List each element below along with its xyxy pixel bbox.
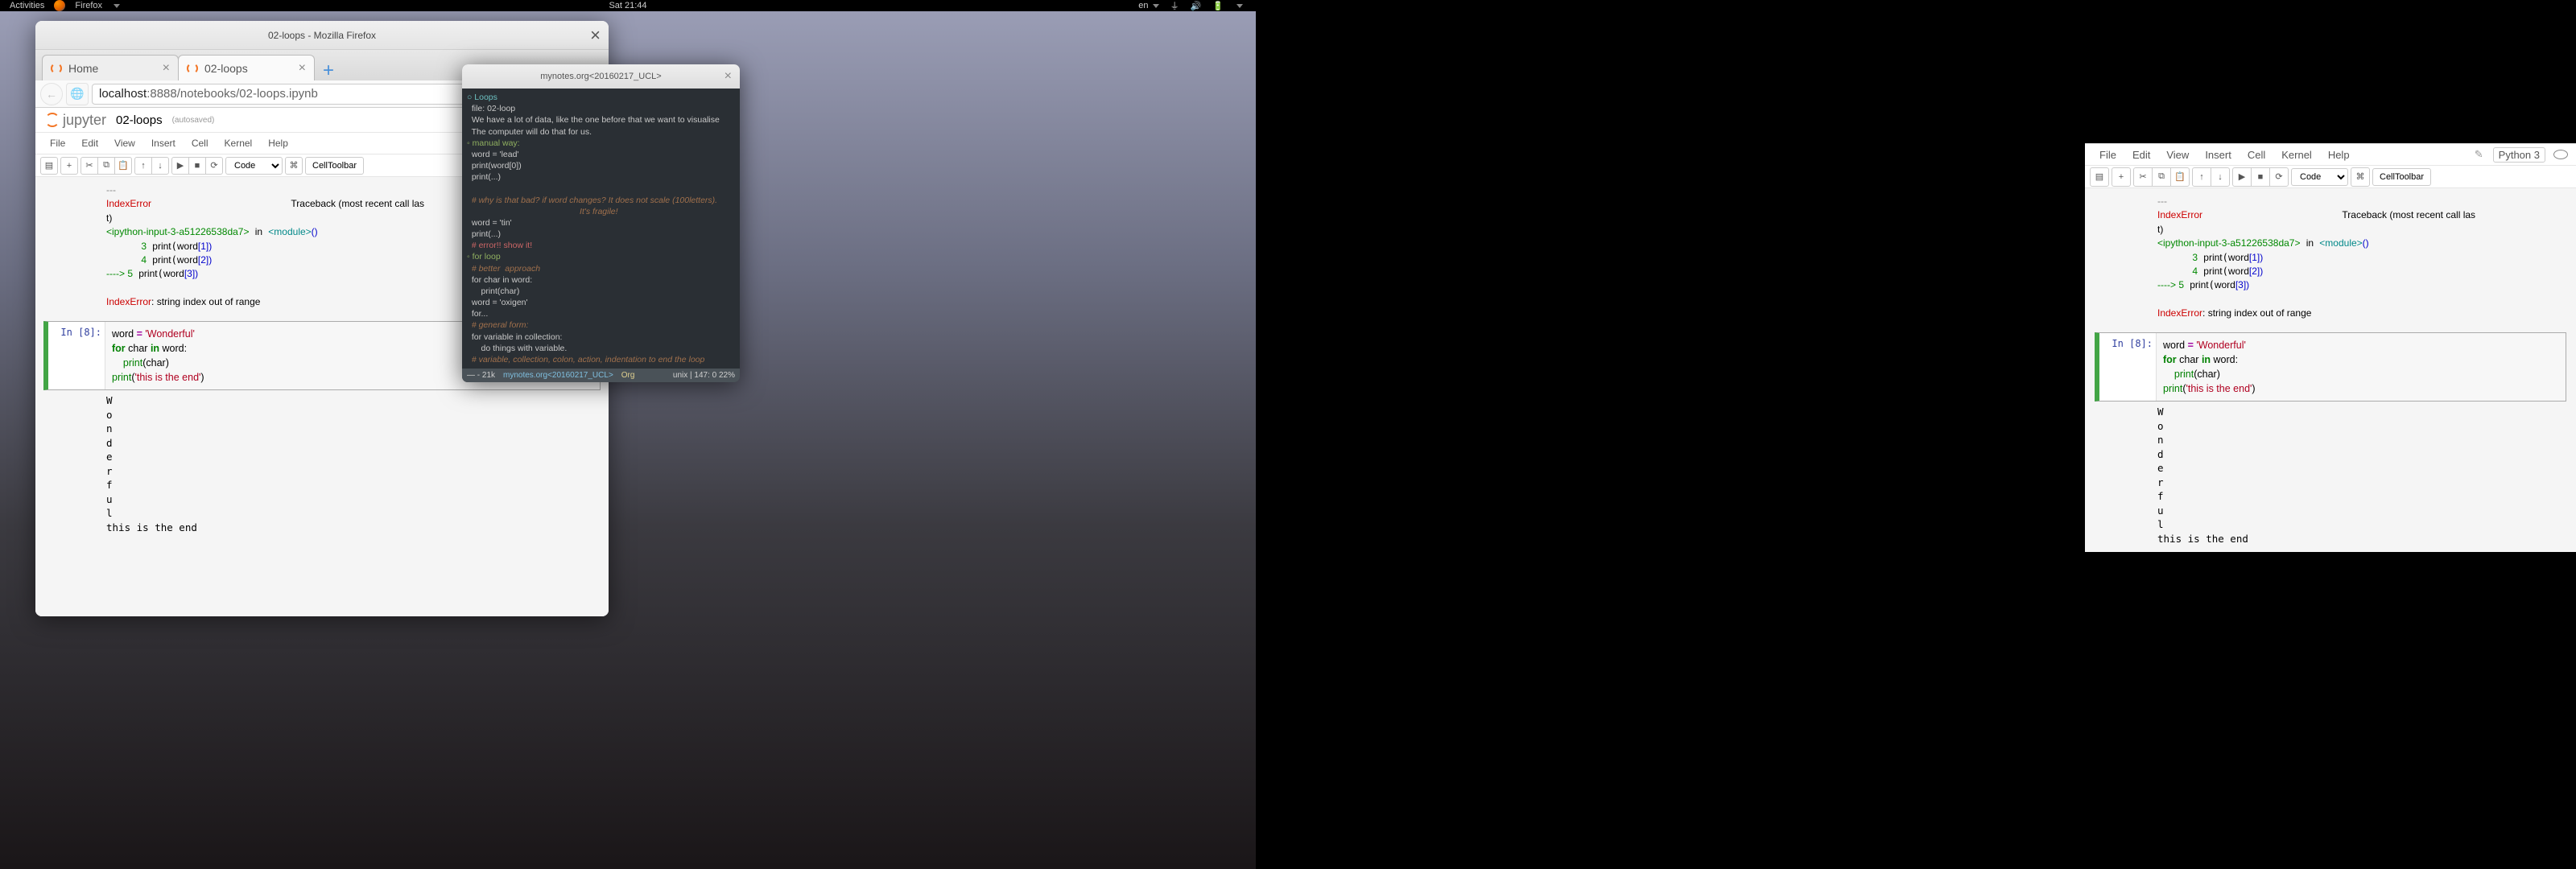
add-cell-button[interactable]: + [2112, 167, 2131, 187]
menu-insert[interactable]: Insert [2198, 146, 2238, 163]
gnome-top-bar: Activities Firefox Sat 21:44 en ⏚ 🔊 🔋 [0, 0, 1256, 11]
modeline-mode: Org [621, 371, 635, 380]
volume-icon[interactable]: 🔊 [1191, 1, 1202, 11]
menu-view[interactable]: View [2160, 146, 2195, 163]
restart-button[interactable]: ⟳ [2269, 167, 2289, 187]
menu-help[interactable]: Help [262, 135, 295, 151]
jupyter-icon [187, 63, 198, 74]
run-button[interactable]: ▶ [2232, 167, 2252, 187]
paste-button[interactable]: 📋 [2170, 167, 2190, 187]
move-up-button[interactable]: ↑ [134, 157, 152, 175]
browser-tab-home[interactable]: Home × [42, 55, 179, 80]
save-button[interactable]: ▤ [2090, 167, 2109, 187]
stdout-output: W o n d e r f u l this is the end [43, 390, 601, 537]
cell-type-select[interactable]: Code [2291, 168, 2348, 186]
window-close-button[interactable]: × [724, 69, 732, 84]
jupyter-icon [51, 63, 62, 74]
menu-file[interactable]: File [43, 135, 72, 151]
emacs-title: mynotes.org<20160217_UCL> [540, 72, 661, 81]
back-button[interactable]: ← [40, 83, 63, 105]
menu-file[interactable]: File [2093, 146, 2123, 163]
globe-icon[interactable]: 🌐 [66, 83, 89, 105]
chevron-down-icon [114, 4, 120, 8]
new-tab-button[interactable]: + [319, 61, 338, 80]
firefox-icon[interactable] [54, 0, 65, 11]
tab-close-icon[interactable]: × [163, 61, 170, 76]
chevron-down-icon [1236, 4, 1243, 8]
modeline-position: unix | 147: 0 22% [673, 371, 735, 380]
traceback-output: --- IndexError Traceback (most recent ca… [2095, 192, 2566, 324]
code-editor[interactable]: word = 'Wonderful' for char in word: pri… [2156, 333, 2566, 402]
code-cell-8[interactable]: In [8]: word = 'Wonderful' for char in w… [2095, 332, 2566, 402]
window-close-button[interactable]: × [590, 25, 601, 46]
cell-type-select[interactable]: Code [225, 157, 283, 175]
command-palette-button[interactable]: ⌘ [285, 157, 303, 175]
pencil-icon[interactable]: ✎ [2468, 146, 2490, 163]
menu-kernel[interactable]: Kernel [218, 135, 259, 151]
add-cell-button[interactable]: + [60, 157, 78, 175]
browser-tab-notebook[interactable]: 02-loops × [178, 55, 315, 80]
modeline-filename: mynotes.org<20160217_UCL> [503, 371, 613, 380]
autosave-status: (autosaved) [172, 116, 215, 125]
window-titlebar[interactable]: 02-loops - Mozilla Firefox × [35, 21, 609, 50]
jupyter-notebook-zoomed: File Edit View Insert Cell Kernel Help ✎… [2085, 143, 2576, 552]
stop-button[interactable]: ■ [188, 157, 206, 175]
input-prompt: In [8]: [48, 322, 105, 390]
tab-label: Home [68, 62, 98, 75]
move-down-button[interactable]: ↓ [2211, 167, 2230, 187]
chevron-down-icon [1153, 4, 1159, 8]
notebook-name[interactable]: 02-loops [116, 113, 163, 127]
keyboard-lang-indicator[interactable]: en [1138, 1, 1158, 10]
menu-insert[interactable]: Insert [145, 135, 182, 151]
menu-kernel[interactable]: Kernel [2275, 146, 2318, 163]
copy-button[interactable]: ⧉ [2152, 167, 2171, 187]
emacs-buffer[interactable]: ○ Loops file: 02-loop We have a lot of d… [462, 89, 740, 369]
input-prompt: In [8]: [2099, 333, 2156, 402]
emacs-window: mynotes.org<20160217_UCL> × ○ Loops file… [462, 64, 740, 382]
save-button[interactable]: ▤ [40, 157, 58, 175]
jupyter-toolbar: ▤ + ✂ ⧉ 📋 ↑ ↓ ▶ ■ ⟳ Code ⌘ CellToolbar [2085, 166, 2576, 188]
modeline-status: — - 21k [467, 371, 495, 380]
move-down-button[interactable]: ↓ [151, 157, 169, 175]
emacs-modeline: — - 21k mynotes.org<20160217_UCL> Org un… [462, 369, 740, 382]
menu-edit[interactable]: Edit [75, 135, 105, 151]
jupyter-menubar: File Edit View Insert Cell Kernel Help ✎… [2085, 143, 2576, 166]
restart-button[interactable]: ⟳ [205, 157, 223, 175]
stop-button[interactable]: ■ [2251, 167, 2270, 187]
tab-close-icon[interactable]: × [299, 61, 306, 76]
menu-help[interactable]: Help [2322, 146, 2356, 163]
copy-button[interactable]: ⧉ [97, 157, 115, 175]
active-app-name[interactable]: Firefox [75, 1, 102, 10]
emacs-titlebar[interactable]: mynotes.org<20160217_UCL> × [462, 64, 740, 89]
celltoolbar-dropdown[interactable]: CellToolbar [2372, 168, 2431, 186]
menu-view[interactable]: View [108, 135, 142, 151]
cut-button[interactable]: ✂ [80, 157, 98, 175]
cut-button[interactable]: ✂ [2133, 167, 2153, 187]
menu-cell[interactable]: Cell [2241, 146, 2272, 163]
window-title: 02-loops - Mozilla Firefox [268, 30, 376, 41]
tab-label: 02-loops [204, 62, 248, 75]
celltoolbar-dropdown[interactable]: CellToolbar [305, 157, 364, 175]
stdout-output: W o n d e r f u l this is the end [2095, 402, 2566, 549]
command-palette-button[interactable]: ⌘ [2351, 167, 2370, 187]
jupyter-icon [45, 113, 60, 127]
menu-edit[interactable]: Edit [2126, 146, 2157, 163]
kernel-busy-icon [2553, 150, 2568, 159]
clock[interactable]: Sat 21:44 [609, 1, 646, 10]
paste-button[interactable]: 📋 [114, 157, 132, 175]
move-up-button[interactable]: ↑ [2192, 167, 2211, 187]
jupyter-logo[interactable]: jupyter [45, 112, 106, 129]
notebook-content[interactable]: --- IndexError Traceback (most recent ca… [2085, 188, 2576, 552]
network-icon[interactable]: ⏚ [1170, 0, 1179, 12]
battery-icon[interactable]: 🔋 [1212, 1, 1224, 11]
run-button[interactable]: ▶ [171, 157, 189, 175]
kernel-indicator[interactable]: Python 3 [2493, 147, 2545, 163]
activities-button[interactable]: Activities [10, 1, 44, 10]
menu-cell[interactable]: Cell [185, 135, 215, 151]
